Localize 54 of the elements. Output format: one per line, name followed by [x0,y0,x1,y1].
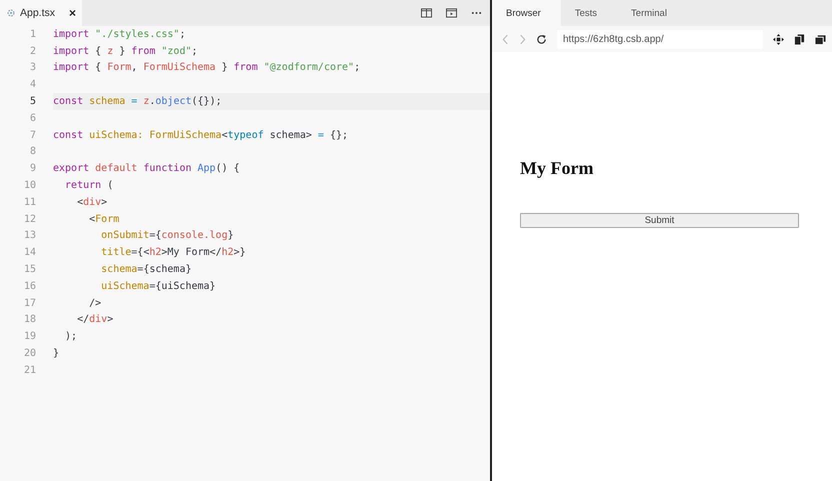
line-number: 17 [22,298,36,309]
line-number: 1 [28,28,36,40]
line-number: 16 [22,280,36,292]
move-icon[interactable] [773,34,784,44]
url-field[interactable]: https://6zh8tg.csb.app/ [557,30,763,48]
line-number: 9 [28,163,36,174]
line-number: 7 [28,130,36,141]
reload-icon[interactable] [536,34,547,44]
code-line: import "./styles.css"; [53,28,186,40]
code-line: <Form [88,214,120,225]
form-title: My Form [520,158,594,179]
split-editor-icon[interactable] [421,8,432,18]
line-number: 5 [28,96,36,108]
line-number: 12 [22,214,36,225]
code-line: export default function App() { [53,163,240,174]
close-button[interactable]: × [68,6,76,20]
preview-tab[interactable]: Tests [560,0,618,26]
line-number: 10 [22,180,36,192]
file-tab[interactable]: App.tsx × [0,0,82,26]
code-line: const schema = z.object({}); [53,96,222,108]
line-number: 3 [28,62,36,74]
copy-icon[interactable] [794,34,805,44]
code-line: <div> [76,196,108,208]
line-number: 6 [28,112,36,124]
code-line: title={<h2>My Form</h2>} [100,247,246,258]
preview-icon[interactable] [446,8,457,18]
line-number: 2 [28,46,36,57]
code-line: ); [64,331,78,342]
code-line: } [53,348,60,360]
code-line: /> [88,298,102,309]
line-number: 19 [22,331,36,342]
gear-icon [6,8,16,18]
code-line: schema={schema} [100,264,192,276]
submit-button[interactable]: Submit [520,213,799,228]
code-line: const uiSchema: FormUiSchema<typeof schema> = {}; [53,130,348,141]
line-number: 8 [28,146,36,158]
line-number: 20 [22,348,36,360]
code-line: uiSchema={uiSchema} [100,280,216,292]
line-number: 14 [22,247,36,258]
preview-tab[interactable]: Terminal [617,0,687,26]
code-line: return ( [64,180,114,192]
code-line: import { Form, FormUiSchema } from "@zodform/core"; [53,62,360,74]
line-number: 4 [28,79,36,90]
more-icon[interactable] [471,11,482,15]
line-number: 13 [22,230,36,242]
line-number: 18 [22,314,36,326]
code-line: onSubmit={console.log} [100,230,234,242]
line-number: 11 [22,196,36,208]
code-line: import { z } from "zod"; [53,46,198,57]
line-number: 21 [22,364,36,376]
windows-icon[interactable] [815,34,826,44]
preview-tab[interactable]: Browser [492,0,561,26]
line-number: 15 [22,264,36,276]
code-line: </div> [76,314,114,326]
